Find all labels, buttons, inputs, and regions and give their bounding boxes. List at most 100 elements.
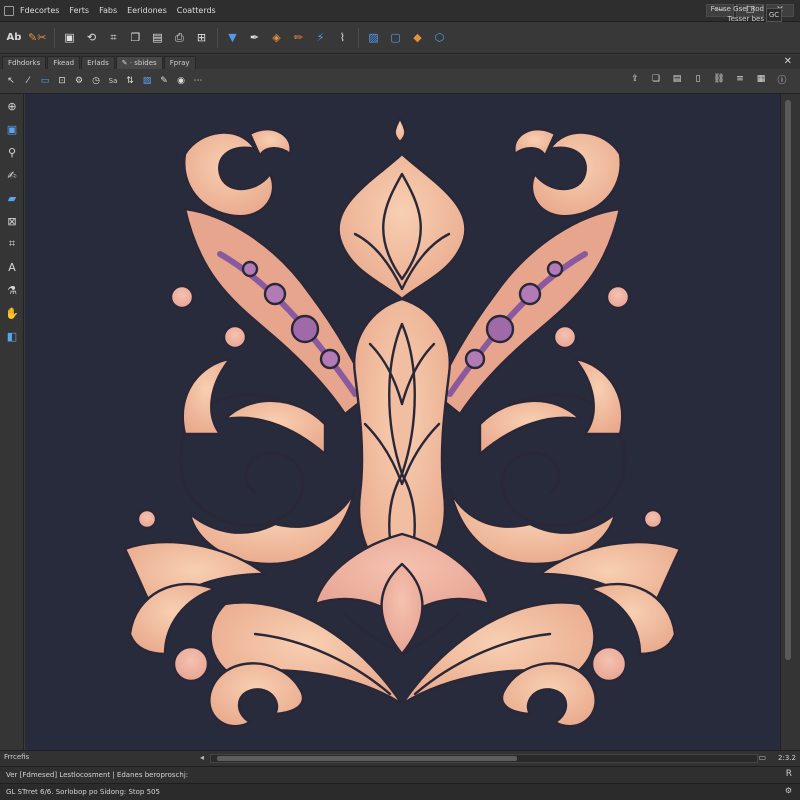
stack-icon[interactable]: ▦ [754,71,768,87]
ornament-dot [605,284,631,310]
brush-set-icon[interactable]: ✎✂ [26,27,48,49]
text-tool-icon[interactable]: A [3,258,21,276]
link-icon[interactable]: ⛓ [712,71,726,87]
info-bar: GL STrret 6/6. Sorlobop po Sidong: Stop … [0,783,800,800]
vertical-scroll-thumb[interactable] [785,100,791,660]
tools-panel: ⊕ ▣ ⚲ ✍ ▰ ⊠ ⌗ A ⚗ ✋ ◧ [0,94,24,750]
close-icon[interactable]: ✕ [784,55,792,68]
grid-icon[interactable]: ⊞ [191,27,211,49]
canvas[interactable] [25,94,780,750]
timer-icon[interactable]: ◷ [89,73,103,89]
ornament-dot [642,508,664,530]
layers-icon[interactable]: ❐ [125,27,145,49]
doc-icon[interactable]: ▤ [670,71,684,87]
top-flame-shape [393,116,407,144]
ornament-dot [222,324,248,350]
status-icon-r[interactable]: R [786,769,792,779]
toolbar-info-line2: Tesser bes [727,15,765,23]
main-toolbar: Ab ✎✂ ▣ ⟲ ⌗ ❐ ▤ ⎙ ⊞ ▼ ✒ ◈ ✏ ⚡ ⌇ ▨ ▢ ◆ ⬡ [0,22,800,54]
vertical-scrollbar[interactable] [780,94,800,750]
shape-tool-icon[interactable]: ▰ [3,189,21,207]
menu-item-1[interactable]: Fdecortes [20,6,59,15]
zoom-tool-icon[interactable]: ⚲ [3,143,21,161]
hand-tool-icon[interactable]: ✋ [3,304,21,322]
swatch-icon[interactable]: Sa [106,73,120,89]
bottom-panel-bar: Frrcefis ◂ ▭ 2:3.2 [0,750,800,766]
zoom-level: 2:3.2 [778,754,796,762]
tab-3[interactable]: Erlads [81,56,115,69]
move-tool-icon[interactable]: ⊕ [3,97,21,115]
scroll-left-icon[interactable]: ◂ [200,753,204,762]
magic-wand-icon[interactable]: ⚡ [310,27,330,49]
options-bar-right: ⇪ ❏ ▤ ▯ ⛓ ≡ ▦ ⓘ [628,71,792,87]
panel-label[interactable]: Frrcefis [4,753,29,761]
menu-item-4[interactable]: Eeridones [127,6,167,15]
pointer-icon[interactable]: ↖ [4,73,18,89]
save-icon[interactable]: ▤ [147,27,167,49]
print-icon[interactable]: ⎙ [169,27,189,49]
status-settings-icon[interactable]: ⚙ [785,786,792,795]
status-text-line1: Ver [Fdmesed] Lestlocosment | Edanes ber… [6,771,189,779]
app-icon [4,5,14,16]
toolbar-separator [54,27,56,48]
tab-4[interactable]: ✎ · sbides [115,56,163,69]
rect-select-icon[interactable]: ▭ [38,73,52,89]
info-icon[interactable]: ⓘ [775,71,789,87]
monitor-icon[interactable]: ▢ [385,27,405,49]
settings-icon[interactable]: ⚙ [72,73,86,89]
paint-icon[interactable]: ✎ [157,73,171,89]
mode-icon[interactable]: ⊡ [55,73,69,89]
ornament-dot [172,645,210,683]
ornament-dot [590,645,628,683]
ornament-artwork [123,116,682,728]
blank-icon[interactable]: ▯ [691,71,705,87]
color-swap-icon[interactable]: ◧ [3,327,21,345]
copy-icon[interactable]: ❏ [649,71,663,87]
transform-icon[interactable]: ⟲ [81,27,101,49]
list-icon[interactable]: ≡ [733,71,747,87]
crop-icon[interactable]: ⌗ [103,27,123,49]
pencil-icon[interactable]: ✏ [288,27,308,49]
color-picker-icon[interactable]: ◆ [407,27,427,49]
image-mode-icon[interactable]: ▨ [140,73,154,89]
brush-icon[interactable]: ⁄ [21,73,35,89]
export-icon[interactable]: ⇪ [628,71,642,87]
toolbar-separator [217,27,219,48]
toolbar-badge[interactable]: GC [766,8,782,22]
ornament-dot [552,324,578,350]
cube-icon[interactable]: ⬡ [429,27,449,49]
stamp-tool-icon[interactable]: ⊠ [3,212,21,230]
lasso-icon[interactable]: ⌇ [332,27,352,49]
ornament-dot [169,284,195,310]
brush-tool-icon[interactable]: ✍ [3,166,21,184]
ornament-dot [136,508,158,530]
frame-tool-icon[interactable]: ▣ [3,120,21,138]
image-icon[interactable]: ▨ [363,27,383,49]
menu-item-5[interactable]: Coatterds [177,6,216,15]
zoom-icon[interactable]: ▭ [758,753,766,762]
tab-2[interactable]: Fkead [47,56,81,69]
text-tool-icon[interactable]: Ab [4,27,24,49]
toolbar-separator [358,27,360,48]
globe-icon[interactable]: ◉ [174,73,188,89]
frame-icon[interactable]: ▣ [59,27,79,49]
status-bar: Ver [Fdmesed] Lestlocosment | Edanes ber… [0,766,800,783]
filter-icon[interactable]: ▼ [222,27,242,49]
palette-icon[interactable]: ◈ [266,27,286,49]
menu-item-2[interactable]: Ferts [69,6,89,15]
tab-5[interactable]: Fpray [163,56,196,69]
horizontal-scroll-thumb[interactable] [217,756,517,761]
tab-1[interactable]: Fdhdorks [2,56,47,69]
tab-bar: Fdhdorks Fkead Erlads ✎ · sbides Fpray [0,55,800,69]
status-text-line2: GL STrret 6/6. Sorlobop po Sidong: Stop … [6,788,160,796]
eyedropper-tool-icon[interactable]: ⚗ [3,281,21,299]
crop-tool-icon[interactable]: ⌗ [3,235,21,253]
toolbar-info: Feuse Gsel Rod Tesser bes [711,4,764,24]
more-icon[interactable]: ⋯ [191,73,205,89]
menu-item-3[interactable]: Fabs [99,6,117,15]
menu-bar: Fdecortes Ferts Fabs Eeridones Coatterds… [0,0,800,22]
toolbar-info-line1: Feuse Gsel Rod [710,5,764,13]
adjust-icon[interactable]: ⇅ [123,73,137,89]
pen-icon[interactable]: ✒ [244,27,264,49]
horizontal-scrollbar[interactable] [210,754,758,763]
